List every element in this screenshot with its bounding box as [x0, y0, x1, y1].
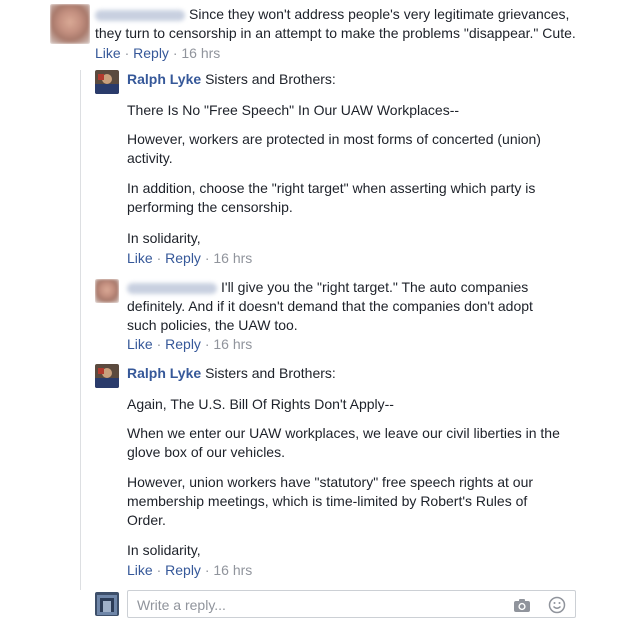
ralph-avatar-icon: [95, 364, 119, 388]
separator: ·: [204, 336, 210, 352]
separator: ·: [172, 45, 178, 61]
timestamp[interactable]: 16 hrs: [213, 250, 252, 266]
reply-paragraph: However, union workers have "statutory" …: [127, 473, 627, 530]
timestamp[interactable]: 16 hrs: [213, 336, 252, 352]
reply-line: I'll give you the "right target." The au…: [221, 279, 529, 295]
separator: ·: [156, 336, 162, 352]
author-name[interactable]: Ralph Lyke: [127, 365, 201, 381]
like-link[interactable]: Like: [127, 250, 153, 266]
separator: ·: [156, 562, 162, 578]
timestamp[interactable]: 16 hrs: [181, 45, 220, 61]
reply-line: There Is No "Free Speech" In Our UAW Wor…: [127, 102, 460, 118]
separator: ·: [204, 250, 210, 266]
reply-paragraph: In addition, choose the "right target" w…: [127, 179, 627, 217]
reply-actions: Like · Reply · 16 hrs: [127, 250, 252, 266]
like-link[interactable]: Like: [127, 336, 153, 352]
ralph-avatar-icon: [95, 70, 119, 94]
reply-paragraph: However, workers are protected in most f…: [127, 130, 627, 168]
comment-actions: Like · Reply · 16 hrs: [95, 45, 220, 61]
reply-link[interactable]: Reply: [165, 562, 201, 578]
separator: ·: [204, 562, 210, 578]
comment-line: Since they won't address people's very l…: [189, 6, 570, 22]
current-user-avatar[interactable]: [95, 592, 119, 616]
thread-line: [80, 70, 81, 590]
comment-line: they turn to censorship in an attempt to…: [95, 25, 576, 41]
reply-input[interactable]: [135, 596, 499, 614]
avatar[interactable]: [95, 364, 119, 388]
smiley-icon[interactable]: [548, 596, 566, 614]
reply-line: membership meetings, which is time-limit…: [127, 493, 528, 509]
reply-composer: [127, 590, 576, 618]
camera-icon[interactable]: [513, 596, 531, 614]
reply-line: However, union workers have "statutory" …: [127, 474, 534, 490]
author-name-redacted[interactable]: [95, 9, 185, 21]
reply-line: Order.: [127, 512, 166, 528]
reply-link[interactable]: Reply: [133, 45, 169, 61]
reply-line: Again, The U.S. Bill Of Rights Don't App…: [127, 396, 394, 412]
reply-line: such policies, the UAW too.: [127, 317, 298, 333]
separator: ·: [156, 250, 162, 266]
reply-line: Sisters and Brothers:: [205, 365, 336, 381]
reply-line: In addition, choose the "right target" w…: [127, 180, 536, 196]
reply-paragraph: When we enter our UAW workplaces, we lea…: [127, 424, 637, 462]
separator: ·: [124, 45, 130, 61]
reply-line: glove box of our vehicles.: [127, 444, 285, 460]
like-link[interactable]: Like: [95, 45, 121, 61]
current-user-avatar-icon: [95, 592, 119, 616]
reply-line: Sisters and Brothers:: [205, 71, 336, 87]
reply-line: activity.: [127, 150, 173, 166]
reply-text: I'll give you the "right target." The au…: [127, 278, 637, 335]
reply-actions: Like · Reply · 16 hrs: [127, 562, 252, 578]
like-link[interactable]: Like: [127, 562, 153, 578]
author-name-redacted[interactable]: [127, 282, 217, 294]
reply-line: In solidarity,: [127, 542, 201, 558]
avatar[interactable]: [95, 279, 119, 303]
comment-text: Since they won't address people's very l…: [95, 5, 635, 43]
reply-line: definitely. And if it doesn't demand tha…: [127, 298, 533, 314]
reply-link[interactable]: Reply: [165, 250, 201, 266]
avatar[interactable]: [95, 70, 119, 94]
reply-text: Ralph Lyke Sisters and Brothers:: [127, 70, 627, 89]
reply-line: performing the censorship.: [127, 199, 293, 215]
reply-text: Ralph Lyke Sisters and Brothers:: [127, 364, 627, 383]
reply-line: However, workers are protected in most f…: [127, 131, 541, 147]
reply-actions: Like · Reply · 16 hrs: [127, 336, 252, 352]
avatar[interactable]: [50, 4, 90, 44]
timestamp[interactable]: 16 hrs: [213, 562, 252, 578]
reply-link[interactable]: Reply: [165, 336, 201, 352]
reply-line: When we enter our UAW workplaces, we lea…: [127, 425, 560, 441]
author-name[interactable]: Ralph Lyke: [127, 71, 201, 87]
reply-line: In solidarity,: [127, 230, 201, 246]
